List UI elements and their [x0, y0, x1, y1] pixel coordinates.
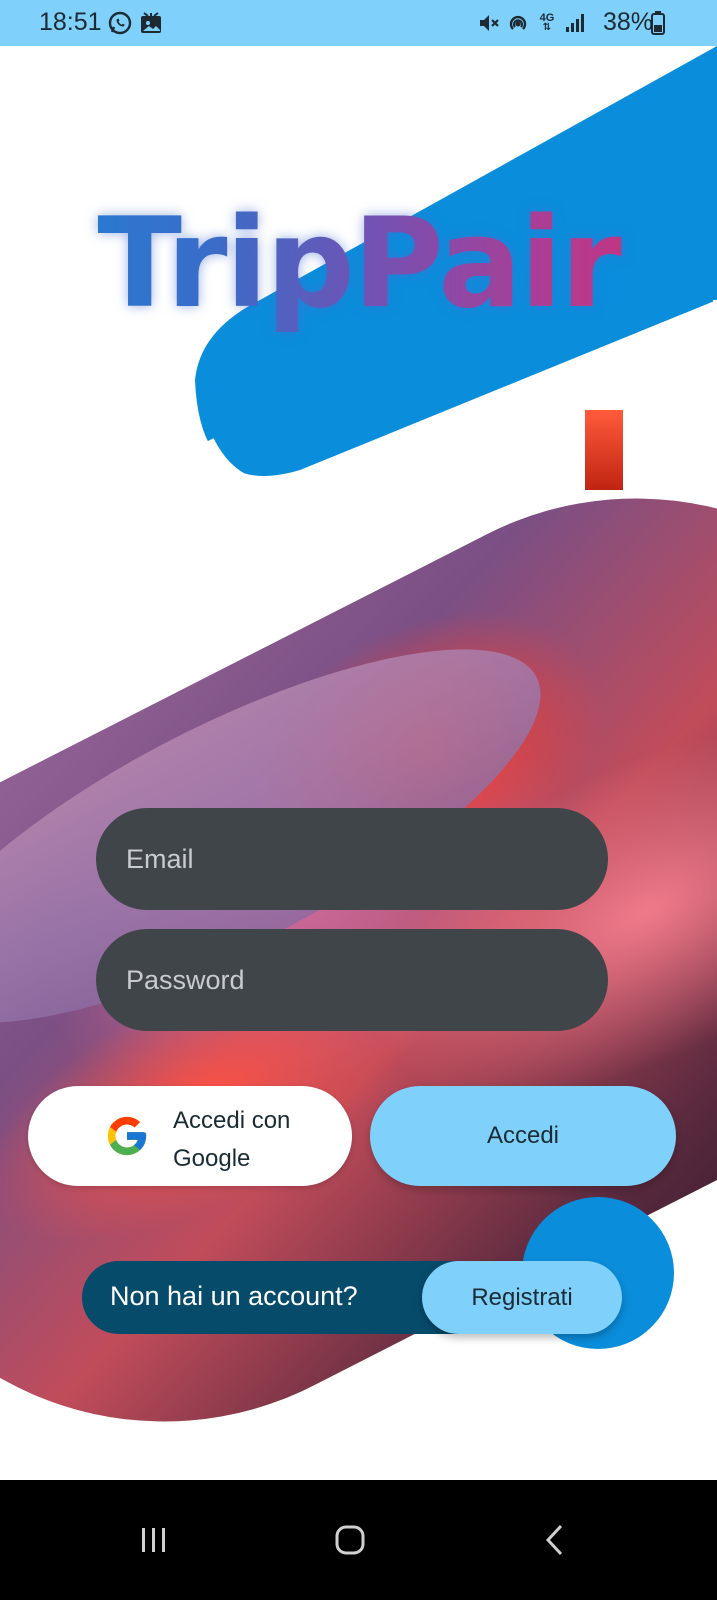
whatsapp-icon: [107, 10, 133, 36]
login-button[interactable]: Accedi: [370, 1086, 676, 1186]
battery-percent: 38%: [603, 8, 654, 36]
mute-icon: [477, 10, 501, 36]
status-bar: 18:51 4G ⇅ 38%: [0, 0, 717, 46]
hotspot-icon: [506, 10, 530, 36]
password-input[interactable]: [96, 929, 608, 1031]
status-time: 18:51: [39, 8, 102, 36]
battery-icon: [650, 10, 666, 36]
email-input[interactable]: [96, 808, 608, 910]
register-button[interactable]: Registrati: [422, 1261, 622, 1334]
email-field[interactable]: [96, 808, 608, 910]
google-signin-label: Accedi con Google: [173, 1107, 291, 1172]
back-icon[interactable]: [536, 1520, 576, 1560]
signup-prompt: Non hai un account?: [110, 1281, 358, 1311]
photo-tower: [585, 410, 623, 490]
navigation-bar: [0, 1480, 717, 1600]
home-icon[interactable]: [330, 1520, 370, 1560]
network-4g-icon: 4G ⇅: [539, 12, 555, 33]
signal-icon: [563, 10, 587, 36]
gallery-icon: [139, 10, 163, 36]
google-icon: [104, 1113, 150, 1159]
app-logo: TripPair: [0, 192, 717, 336]
password-field[interactable]: [96, 929, 608, 1031]
google-signin-button[interactable]: Accedi con Google: [28, 1086, 352, 1186]
recent-apps-icon[interactable]: [134, 1520, 174, 1560]
